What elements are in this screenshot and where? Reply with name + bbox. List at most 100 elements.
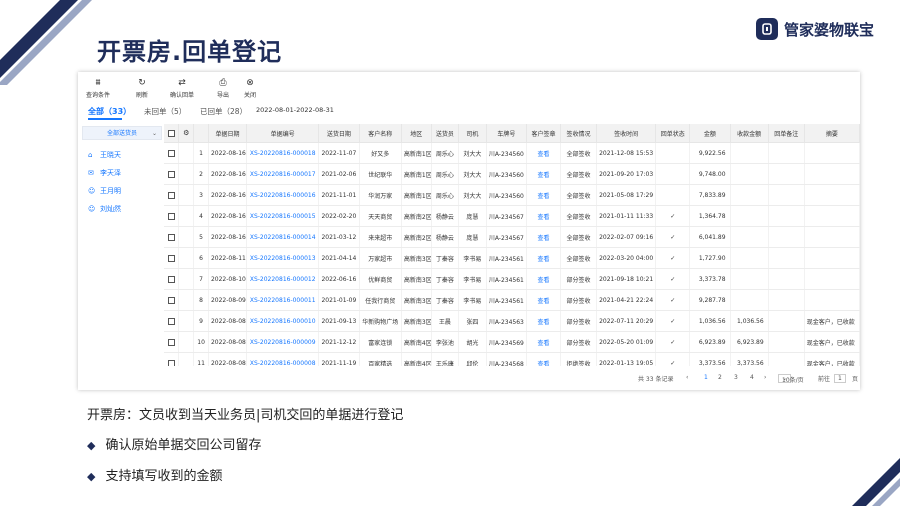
sidebar-item-deliverer[interactable]: ⌂ 王晓天 — [88, 150, 121, 160]
checkbox[interactable] — [167, 275, 175, 283]
query-conditions-button[interactable]: ⩩ 查询条件 — [78, 78, 118, 99]
cell-code[interactable]: XS-20220816-000012 — [246, 268, 320, 290]
refresh-button[interactable]: ↻ 刷新 — [122, 78, 162, 99]
row-select[interactable] — [164, 331, 180, 353]
cell-seal[interactable]: 查看 — [526, 268, 561, 290]
row-select[interactable] — [164, 289, 180, 311]
row-select[interactable] — [164, 184, 180, 206]
cell-customer: 来来超市 — [359, 226, 402, 248]
table-row[interactable]: 6 2022-08-11 XS-20220816-000013 2021-04-14 万… — [164, 247, 860, 269]
header-settings[interactable]: ⚙ — [178, 124, 195, 143]
checkbox[interactable] — [167, 254, 175, 262]
cell-seal[interactable]: 查看 — [526, 142, 561, 164]
checkbox[interactable] — [167, 338, 175, 346]
row-select[interactable] — [164, 142, 180, 164]
table-row[interactable]: 3 2022-08-16 XS-20220816-000016 2021-11-01 华… — [164, 184, 860, 206]
checkbox[interactable] — [167, 149, 175, 157]
tab-returned[interactable]: 已回单（28） — [200, 106, 247, 117]
cell-region: 高新南3区 — [401, 268, 432, 290]
cell-seal[interactable]: 查看 — [526, 310, 561, 332]
table-row[interactable]: 1 2022-08-16 XS-20220816-000018 2022-11-07 好… — [164, 142, 860, 164]
date-range[interactable]: 2022-08-01-2022-08-31 — [256, 106, 334, 114]
cell-seal[interactable]: 查看 — [526, 352, 561, 366]
cell-code[interactable]: XS-20220816-000010 — [246, 310, 320, 332]
cell-sign-time: 2021-04-21 22:24 — [596, 289, 657, 311]
table-row[interactable]: 11 2022-08-08 XS-20220816-000008 2021-11-19… — [164, 352, 860, 366]
checkbox[interactable] — [167, 129, 175, 137]
cell-code[interactable]: XS-20220816-000014 — [246, 226, 320, 248]
row-select[interactable] — [164, 310, 180, 332]
sidebar-item-deliverer[interactable]: ☺ 王月明 — [88, 186, 121, 196]
tab-not-returned[interactable]: 未回单（5） — [144, 106, 186, 117]
cell-code[interactable]: XS-20220816-000017 — [246, 163, 320, 185]
deliverer-sidebar: 全部送货员 ⌄ ⌂ 王晓天 ✉ 李天泽 ☺ 王月明 ☺ 刘灿然 — [82, 124, 162, 390]
row-select[interactable] — [164, 226, 180, 248]
cell-code[interactable]: XS-20220816-000015 — [246, 205, 320, 227]
row-select[interactable] — [164, 352, 180, 366]
table-row[interactable]: 7 2022-08-10 XS-20220816-000012 2022-06-16 优… — [164, 268, 860, 290]
table-row[interactable]: 2 2022-08-16 XS-20220816-000017 2021-02-06 世… — [164, 163, 860, 185]
checkbox[interactable] — [167, 170, 175, 178]
close-button[interactable]: ⊗ 关闭 — [230, 78, 270, 99]
cell-seal[interactable]: 查看 — [526, 289, 561, 311]
checkbox[interactable] — [167, 296, 175, 304]
checkbox[interactable] — [167, 359, 175, 366]
bullet-item: ◆ 确认原始单据交回公司留存 — [87, 438, 262, 453]
checkbox[interactable] — [167, 191, 175, 199]
deliverer-select[interactable]: 全部送货员 ⌄ — [82, 126, 162, 140]
confirm-receipt-button[interactable]: ⇄ 确认回单 — [162, 78, 202, 99]
page-button[interactable]: 1 — [704, 374, 708, 381]
cell-driver: 李书易 — [458, 247, 487, 269]
cell-code[interactable]: XS-20220816-000016 — [246, 184, 320, 206]
goto-label: 前往 — [818, 376, 831, 383]
prev-page-button[interactable]: ‹ — [686, 374, 688, 381]
sidebar-item-deliverer[interactable]: ☺ 刘灿然 — [88, 204, 121, 214]
cell-seal[interactable]: 查看 — [526, 331, 561, 353]
goto-page-input[interactable]: 1 — [834, 374, 846, 383]
header-select-all[interactable] — [164, 124, 180, 143]
page-button[interactable]: 4 — [750, 374, 754, 381]
cell-seal[interactable]: 查看 — [526, 205, 561, 227]
row-select[interactable] — [164, 163, 180, 185]
cell-seal[interactable]: 查看 — [526, 184, 561, 206]
row-number: 4 — [193, 205, 209, 227]
next-page-button[interactable]: › — [764, 374, 766, 381]
filter-icon: ⩩ — [95, 78, 101, 88]
cell-received — [730, 268, 769, 290]
cell-ship-date: 2021-09-13 — [318, 310, 360, 332]
page-size-select[interactable]: 10条/页 ⌄ — [778, 374, 804, 384]
table-row[interactable]: 4 2022-08-16 XS-20220816-000015 2022-02-20 天… — [164, 205, 860, 227]
cell-ship-date: 2021-01-09 — [318, 289, 360, 311]
cell-seal[interactable]: 查看 — [526, 247, 561, 269]
row-select[interactable] — [164, 247, 180, 269]
table-row[interactable]: 10 2022-08-08 XS-20220816-000009 2021-12-12… — [164, 331, 860, 353]
cell-code[interactable]: XS-20220816-000009 — [246, 331, 320, 353]
column-header: 摘要 — [804, 124, 860, 143]
cell-code[interactable]: XS-20220816-000013 — [246, 247, 320, 269]
cell-amount: 1,727.90 — [689, 247, 731, 269]
checkbox[interactable] — [167, 317, 175, 325]
cell-remark — [768, 205, 805, 227]
cell-seal[interactable]: 查看 — [526, 226, 561, 248]
row-select[interactable] — [164, 205, 180, 227]
cell-seal[interactable]: 查看 — [526, 163, 561, 185]
column-header: 回单状态 — [655, 124, 691, 143]
table-row[interactable]: 8 2022-08-09 XS-20220816-000011 2021-01-09 任… — [164, 289, 860, 311]
cell-code[interactable]: XS-20220816-000018 — [246, 142, 320, 164]
checkbox[interactable] — [167, 233, 175, 241]
sidebar-item-deliverer[interactable]: ✉ 李天泽 — [88, 168, 121, 178]
column-header: 送货员 — [431, 124, 460, 143]
tab-all[interactable]: 全部（33） — [88, 106, 131, 117]
cell-code[interactable]: XS-20220816-000008 — [246, 352, 320, 366]
cell-deliverer: 王乐康 — [431, 352, 460, 366]
page-button[interactable]: 2 — [718, 374, 722, 381]
page-button[interactable]: 3 — [734, 374, 738, 381]
table-row[interactable]: 9 2022-08-08 XS-20220816-000010 2021-09-13 华… — [164, 310, 860, 332]
row-select[interactable] — [164, 268, 180, 290]
table-row[interactable]: 5 2022-08-16 XS-20220816-000014 2021-03-12 来… — [164, 226, 860, 248]
column-header: 回单备注 — [768, 124, 805, 143]
cell-code[interactable]: XS-20220816-000011 — [246, 289, 320, 311]
gear-icon[interactable]: ⚙ — [183, 129, 189, 137]
checkbox[interactable] — [167, 212, 175, 220]
row-number: 11 — [193, 352, 209, 366]
